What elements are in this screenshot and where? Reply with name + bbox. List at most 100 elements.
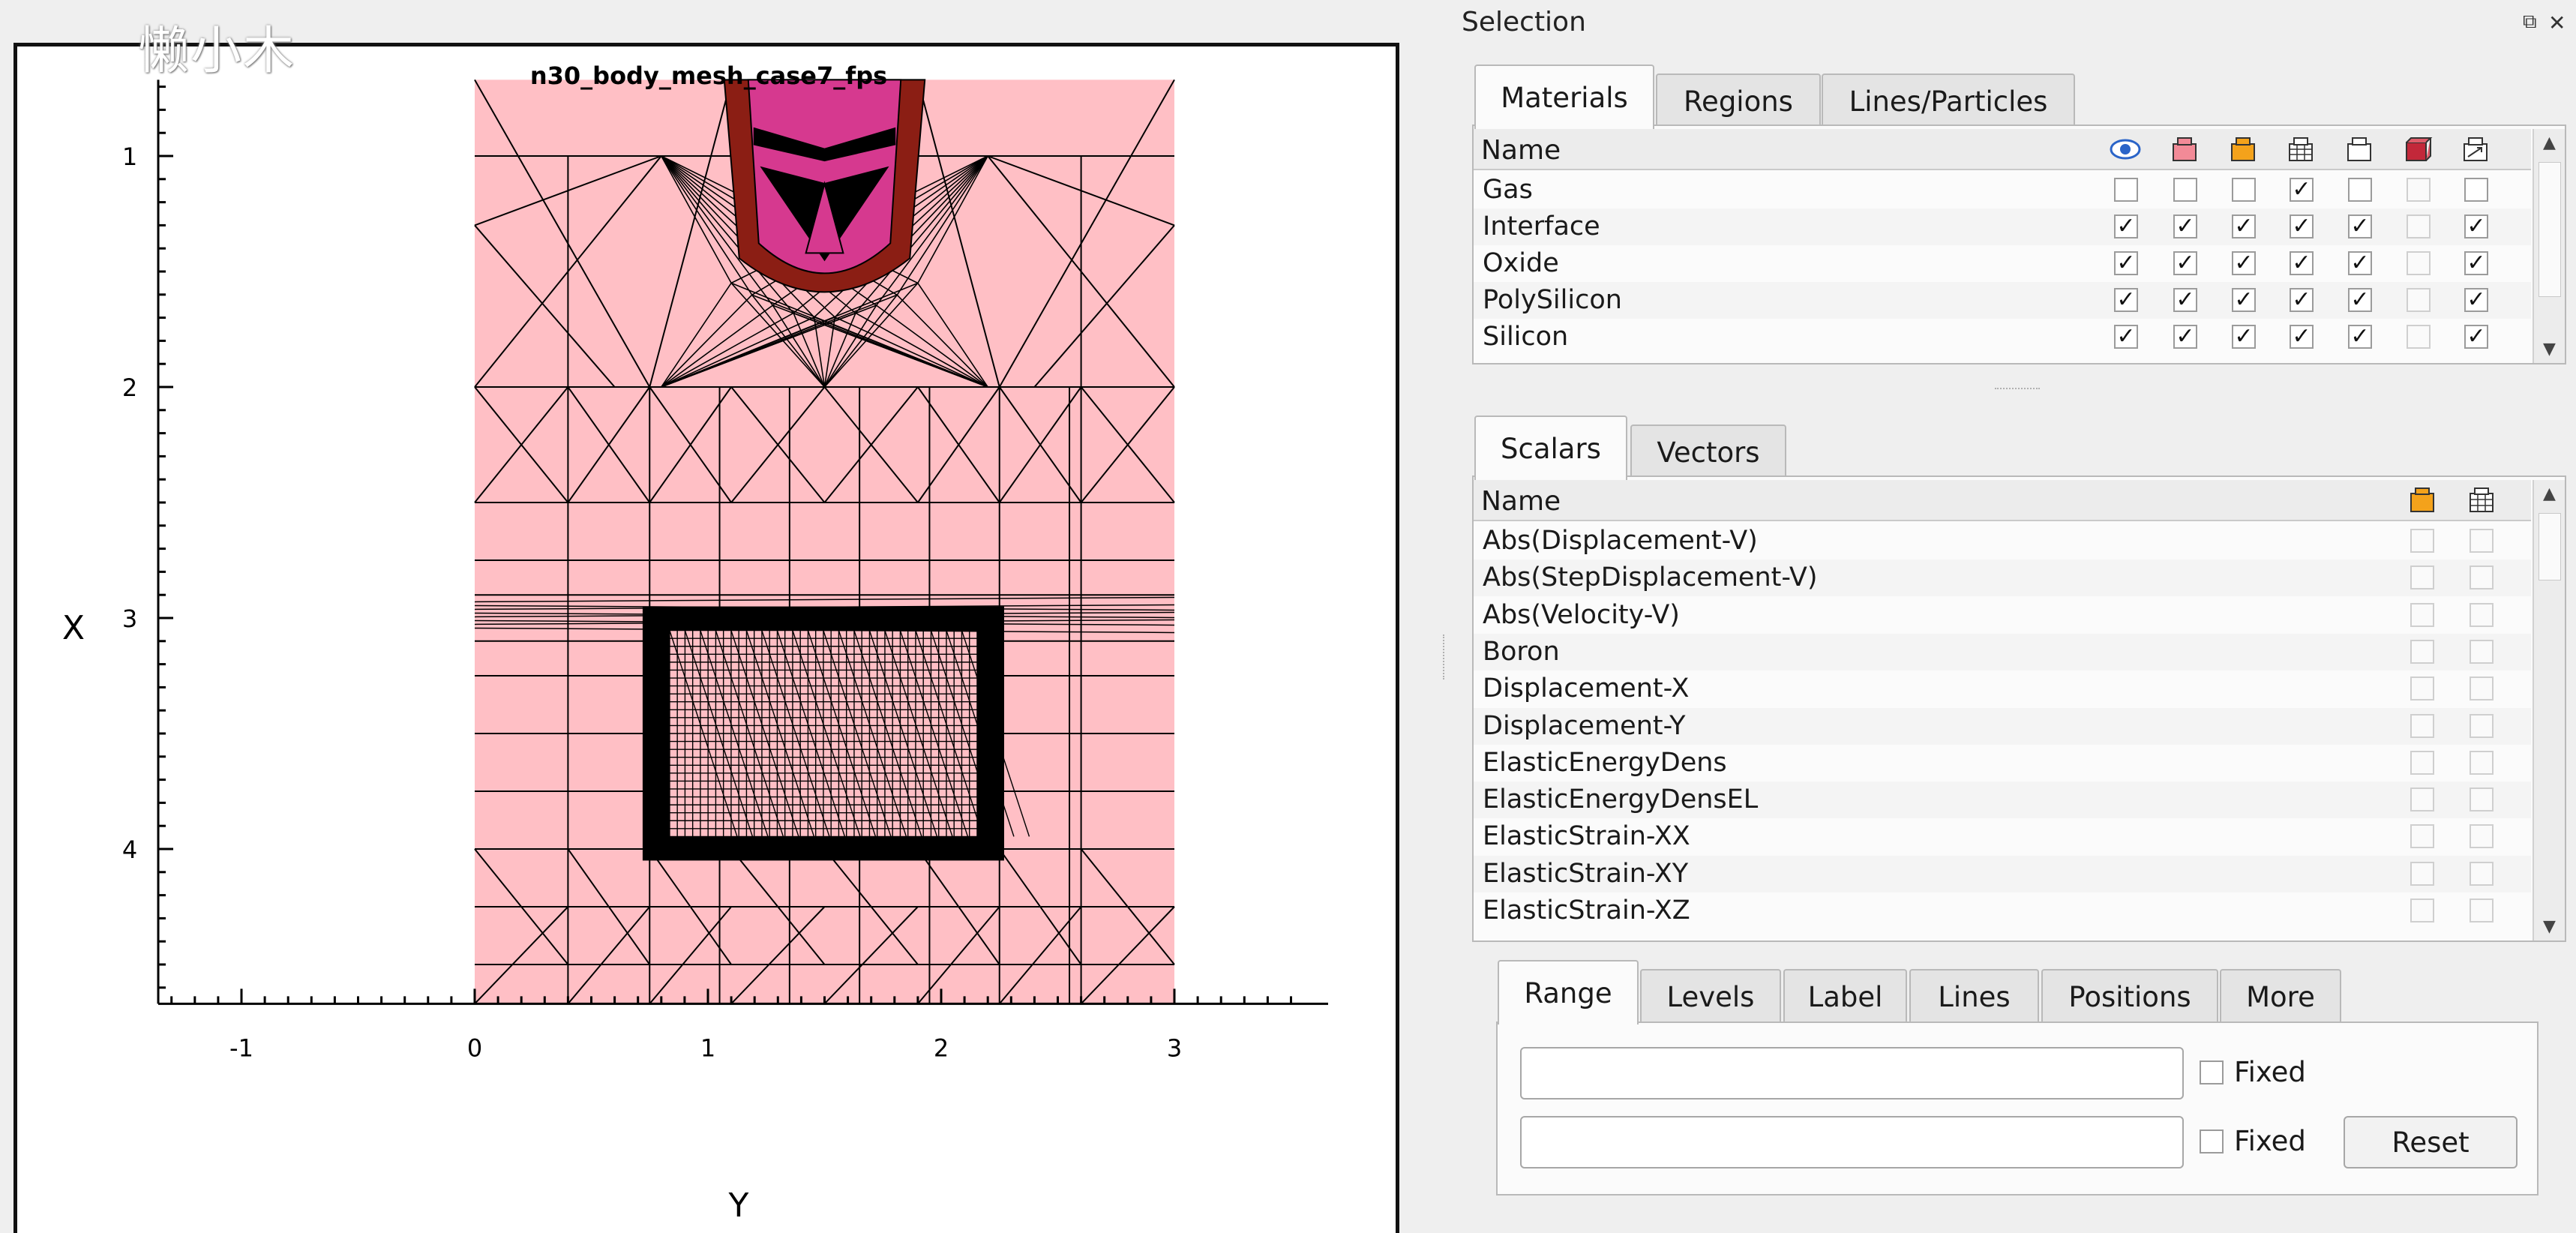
material-visibility-checkbox[interactable] <box>2114 178 2138 202</box>
material-visibility-checkbox[interactable] <box>2407 178 2431 202</box>
material-visibility-checkbox[interactable]: ✓ <box>2464 214 2488 238</box>
material-visibility-checkbox[interactable]: ✓ <box>2114 325 2138 349</box>
material-visibility-checkbox[interactable]: ✓ <box>2232 325 2256 349</box>
material-visibility-checkbox[interactable]: ✓ <box>2290 178 2314 202</box>
material-visibility-checkbox[interactable]: ✓ <box>2464 251 2488 275</box>
scalar-contour-checkbox[interactable] <box>2410 824 2434 849</box>
material-visibility-checkbox[interactable]: ✓ <box>2290 325 2314 349</box>
material-visibility-checkbox[interactable] <box>2348 178 2372 202</box>
material-visibility-checkbox[interactable]: ✓ <box>2173 251 2197 275</box>
tab-lines-particles[interactable]: Lines/Particles <box>1822 74 2075 128</box>
close-icon[interactable]: ✕ <box>2548 10 2571 35</box>
material-visibility-checkbox[interactable]: ✓ <box>2173 325 2197 349</box>
material-visibility-checkbox[interactable]: ✓ <box>2464 325 2488 349</box>
scalar-contour-checkbox[interactable] <box>2410 713 2434 738</box>
material-row[interactable]: Interface ✓ ✓ ✓ ✓ ✓ ✓ <box>1474 208 2531 245</box>
scalar-mesh-checkbox[interactable] <box>2470 824 2494 849</box>
material-row[interactable]: PolySilicon ✓ ✓ ✓ ✓ ✓ ✓ <box>1474 282 2531 319</box>
scalar-mesh-checkbox[interactable] <box>2470 676 2494 701</box>
material-row[interactable]: Silicon ✓ ✓ ✓ ✓ ✓ ✓ <box>1474 319 2531 356</box>
scalar-row[interactable]: Abs(Displacement-V) <box>1474 523 2531 560</box>
scalars-scrollbar[interactable]: ▲ ▼ <box>2533 480 2565 940</box>
material-visibility-checkbox[interactable]: ✓ <box>2348 288 2372 312</box>
material-row[interactable]: Gas ✓ <box>1474 172 2531 208</box>
plot-panel[interactable]: -1 0 1 2 3 1 2 3 4 Y Xn30_body_mesh_case7_fps <box>13 43 1399 1233</box>
scalar-contour-checkbox[interactable] <box>2410 788 2434 812</box>
material-visibility-checkbox[interactable] <box>2407 251 2431 275</box>
scalar-row[interactable]: ElasticStrain-XX <box>1474 818 2531 856</box>
scalar-contour-checkbox[interactable] <box>2410 529 2434 553</box>
fixed-min-checkbox[interactable] <box>2200 1060 2224 1084</box>
tab-label[interactable]: Label <box>1783 969 1907 1023</box>
material-visibility-checkbox[interactable]: ✓ <box>2173 214 2197 238</box>
materials-scrollbar[interactable]: ▲ ▼ <box>2533 129 2565 363</box>
material-visibility-checkbox[interactable] <box>2232 178 2256 202</box>
tab-vectors[interactable]: Vectors <box>1630 424 1786 478</box>
tab-levels[interactable]: Levels <box>1640 969 1781 1023</box>
mesh-plot[interactable]: -1 0 1 2 3 1 2 3 4 Y Xn30_body_mesh_case7_fps <box>17 46 1396 1233</box>
scalar-row[interactable]: Displacement-Y <box>1474 707 2531 745</box>
tab-range[interactable]: Range <box>1498 960 1639 1024</box>
tab-regions[interactable]: Regions <box>1656 74 1821 128</box>
tab-lines[interactable]: Lines <box>1909 969 2039 1023</box>
material-visibility-checkbox[interactable]: ✓ <box>2114 251 2138 275</box>
scalar-contour-checkbox[interactable] <box>2410 750 2434 775</box>
fixed-max-checkbox[interactable] <box>2200 1130 2224 1154</box>
material-visibility-checkbox[interactable]: ✓ <box>2348 214 2372 238</box>
tab-positions[interactable]: Positions <box>2041 969 2218 1023</box>
tab-scalars[interactable]: Scalars <box>1474 416 1627 480</box>
scalar-contour-checkbox[interactable] <box>2410 676 2434 701</box>
material-row[interactable]: Oxide ✓ ✓ ✓ ✓ ✓ ✓ <box>1474 245 2531 282</box>
material-visibility-checkbox[interactable] <box>2407 214 2431 238</box>
material-visibility-checkbox[interactable]: ✓ <box>2290 251 2314 275</box>
material-visibility-checkbox[interactable] <box>2464 178 2488 202</box>
material-visibility-checkbox[interactable]: ✓ <box>2290 214 2314 238</box>
material-visibility-checkbox[interactable] <box>2173 178 2197 202</box>
material-visibility-checkbox[interactable]: ✓ <box>2232 288 2256 312</box>
scalar-contour-checkbox[interactable] <box>2410 566 2434 590</box>
material-visibility-checkbox[interactable]: ✓ <box>2464 288 2488 312</box>
scalar-contour-checkbox[interactable] <box>2410 602 2434 627</box>
scalar-mesh-checkbox[interactable] <box>2470 639 2494 664</box>
scalar-row[interactable]: ElasticStrain-XZ <box>1474 892 2531 929</box>
scalar-mesh-checkbox[interactable] <box>2470 602 2494 627</box>
scalar-mesh-checkbox[interactable] <box>2470 861 2494 886</box>
reset-button[interactable]: Reset <box>2344 1116 2518 1168</box>
scalar-mesh-checkbox[interactable] <box>2470 529 2494 553</box>
scalar-row[interactable]: Displacement-X <box>1474 670 2531 708</box>
material-visibility-checkbox[interactable]: ✓ <box>2348 251 2372 275</box>
undock-icon[interactable]: ⧉ <box>2523 10 2545 33</box>
scalar-mesh-checkbox[interactable] <box>2470 788 2494 812</box>
scalar-contour-checkbox[interactable] <box>2410 861 2434 886</box>
material-visibility-checkbox[interactable]: ✓ <box>2232 214 2256 238</box>
scalar-row[interactable]: ElasticEnergyDensEL <box>1474 782 2531 819</box>
materials-scroll-thumb[interactable] <box>2539 162 2561 297</box>
range-min-input[interactable] <box>1520 1047 2184 1100</box>
scalar-row[interactable]: ElasticEnergyDens <box>1474 744 2531 782</box>
splitter-handle[interactable] <box>1995 388 2040 392</box>
scalar-mesh-checkbox[interactable] <box>2470 713 2494 738</box>
material-visibility-checkbox[interactable] <box>2407 325 2431 349</box>
scalar-row[interactable]: Boron <box>1474 633 2531 670</box>
scalar-row[interactable]: Abs(Velocity-V) <box>1474 596 2531 634</box>
range-max-input[interactable] <box>1520 1116 2184 1168</box>
material-visibility-checkbox[interactable]: ✓ <box>2114 214 2138 238</box>
scalar-contour-checkbox[interactable] <box>2410 639 2434 664</box>
scalar-mesh-checkbox[interactable] <box>2470 898 2494 922</box>
scalar-mesh-checkbox[interactable] <box>2470 750 2494 775</box>
mesh-box-icon <box>2284 133 2317 166</box>
material-visibility-checkbox[interactable]: ✓ <box>2232 251 2256 275</box>
scalar-row[interactable]: Abs(StepDisplacement-V) <box>1474 560 2531 597</box>
tab-materials[interactable]: Materials <box>1474 64 1654 129</box>
side-splitter-handle[interactable] <box>1443 634 1447 680</box>
material-visibility-checkbox[interactable]: ✓ <box>2348 325 2372 349</box>
scalar-contour-checkbox[interactable] <box>2410 898 2434 922</box>
scalars-scroll-thumb[interactable] <box>2539 513 2561 580</box>
tab-more[interactable]: More <box>2220 969 2341 1023</box>
scalar-mesh-checkbox[interactable] <box>2470 566 2494 590</box>
material-visibility-checkbox[interactable]: ✓ <box>2114 288 2138 312</box>
material-visibility-checkbox[interactable]: ✓ <box>2290 288 2314 312</box>
material-visibility-checkbox[interactable] <box>2407 288 2431 312</box>
material-visibility-checkbox[interactable]: ✓ <box>2173 288 2197 312</box>
scalar-row[interactable]: ElasticStrain-XY <box>1474 855 2531 892</box>
